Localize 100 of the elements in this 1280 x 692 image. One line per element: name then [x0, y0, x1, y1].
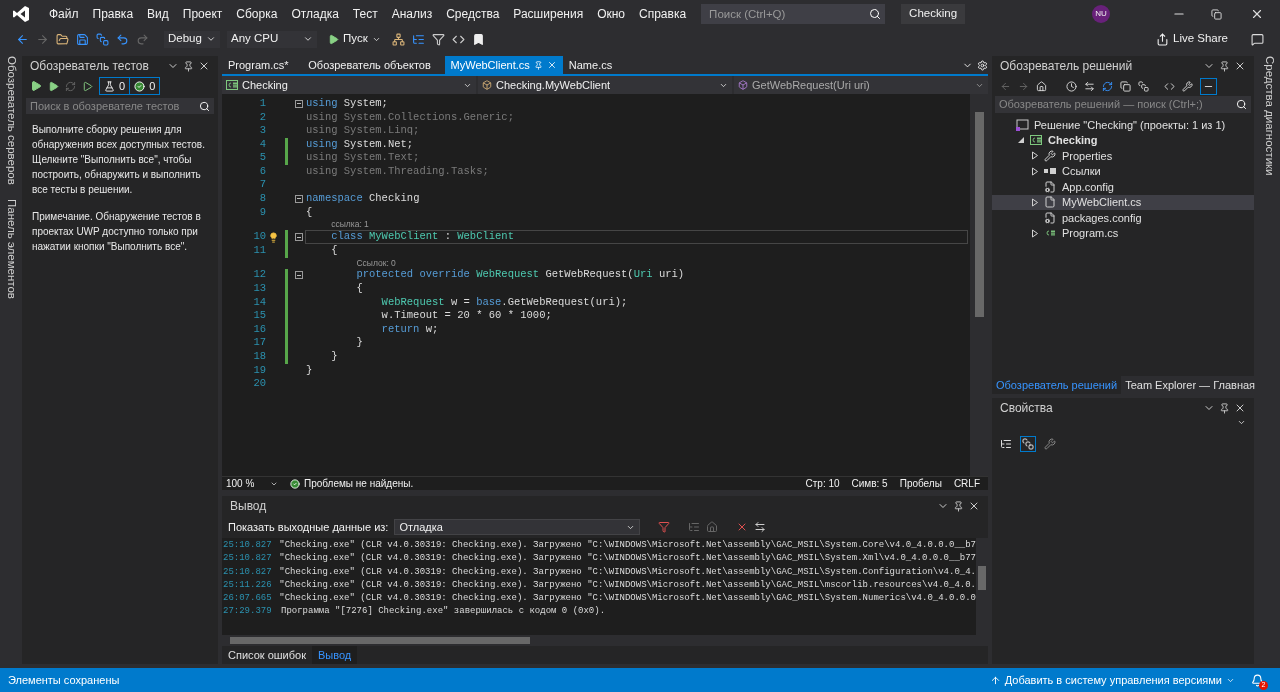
code-icon[interactable]	[1164, 80, 1175, 92]
run-all-icon[interactable]	[30, 80, 42, 92]
tree-item[interactable]: MyWebClient.cs	[992, 194, 1254, 210]
search-icon[interactable]	[199, 100, 210, 112]
output-source-dropdown[interactable]: Отладка	[394, 519, 641, 535]
settings-icon[interactable]	[977, 59, 988, 71]
caret-icon[interactable]	[206, 34, 216, 44]
collapse-icon[interactable]	[295, 194, 303, 203]
menu-item[interactable]: Проект	[175, 5, 230, 23]
side-tab[interactable]: Панель элементов	[2, 198, 20, 299]
tree-item[interactable]: Program.cs	[992, 225, 1254, 241]
user-avatar[interactable]: NU	[1092, 5, 1110, 23]
editor-tab[interactable]: Program.cs*	[222, 56, 295, 74]
filter-icon[interactable]	[658, 521, 671, 533]
search-icon[interactable]	[865, 4, 886, 24]
zoom-dropdown[interactable]: 100 %	[226, 476, 278, 491]
tree-item[interactable]: Checking	[992, 132, 1254, 148]
editor-tab[interactable]: Обозреватель объектов	[294, 56, 445, 74]
history-icon[interactable]	[1066, 80, 1077, 92]
column-indicator[interactable]: Симв: 5	[851, 476, 888, 491]
side-tab[interactable]: Средства диагностики	[1260, 56, 1278, 176]
collapsed-arrow-icon[interactable]	[1031, 151, 1039, 161]
categorized-icon[interactable]	[1000, 438, 1012, 450]
pin-icon[interactable]	[533, 60, 543, 70]
tree-item[interactable]: App.config	[992, 179, 1254, 195]
source-control-button[interactable]: Добавить в систему управления версиями	[989, 671, 1235, 689]
filter-icon[interactable]	[431, 32, 445, 46]
issues-indicator[interactable]: Проблемы не найдены.	[290, 476, 414, 491]
indentation-indicator[interactable]: Пробелы	[899, 476, 942, 491]
test-count[interactable]: 0	[100, 77, 131, 95]
navigation-dropdown[interactable]: GetWebRequest(Uri uri)	[734, 76, 988, 94]
pin-icon[interactable]	[1219, 60, 1230, 72]
reference-count-link[interactable]: Ссылок: 0	[356, 256, 396, 270]
panel-tab[interactable]: Вывод	[312, 646, 358, 664]
menu-item[interactable]: Вид	[140, 5, 176, 23]
back-icon[interactable]	[1000, 80, 1011, 92]
menu-item[interactable]: Сборка	[229, 5, 285, 23]
alphabetical-icon[interactable]	[1020, 436, 1036, 452]
menu-item[interactable]: Средства	[439, 5, 507, 23]
live-share-button[interactable]: Live Share	[1152, 30, 1232, 48]
platform-dropdown[interactable]: Any CPU	[227, 30, 317, 48]
close-icon[interactable]	[968, 500, 980, 512]
scrollbar-thumb[interactable]	[230, 637, 530, 644]
share-icon[interactable]	[1156, 32, 1169, 46]
start-button[interactable]: Пуск	[324, 30, 385, 48]
arrow-up-icon[interactable]	[989, 674, 1001, 686]
show-all-files-icon[interactable]	[1138, 80, 1149, 92]
panel-tab[interactable]: Список ошибок	[222, 646, 312, 664]
tree-item[interactable]: Решение "Checking" (проекты: 1 из 1)	[992, 117, 1254, 133]
forward-icon[interactable]	[1018, 80, 1029, 92]
sync-icon[interactable]	[1084, 80, 1095, 92]
collapsed-arrow-icon[interactable]	[1031, 228, 1039, 238]
preview-icon[interactable]	[1200, 77, 1217, 95]
notifications-icon[interactable]	[1251, 673, 1264, 687]
pin-icon[interactable]	[953, 500, 964, 512]
menu-item[interactable]: Отладка	[284, 5, 346, 23]
collapsed-arrow-icon[interactable]	[1031, 166, 1039, 176]
menu-item[interactable]: Правка	[85, 5, 141, 23]
collapse-icon[interactable]	[295, 233, 303, 242]
passed-count[interactable]: 0	[130, 77, 160, 95]
pin-icon[interactable]	[183, 60, 194, 72]
menu-item[interactable]: Анализ	[384, 5, 440, 23]
menu-item[interactable]: Окно	[590, 5, 633, 23]
save-all-icon[interactable]	[96, 32, 109, 46]
properties-icon[interactable]	[1182, 80, 1193, 92]
refresh-icon[interactable]	[1102, 80, 1113, 92]
word-wrap-icon[interactable]	[754, 521, 767, 533]
collapsed-arrow-icon[interactable]	[1031, 197, 1039, 207]
menu-item[interactable]: Расширения	[506, 5, 591, 23]
side-tab[interactable]: Обозреватель серверов	[2, 56, 20, 185]
tree-item[interactable]: Ссылки	[992, 163, 1254, 179]
tree-item[interactable]: Properties	[992, 148, 1254, 164]
close-icon[interactable]	[1250, 7, 1264, 21]
lightbulb-icon[interactable]	[267, 231, 279, 243]
editor-tab[interactable]: MyWebClient.cs	[444, 56, 563, 74]
tree-item[interactable]: packages.config	[992, 210, 1254, 226]
expanded-arrow-icon[interactable]	[1017, 136, 1025, 145]
debug-icon[interactable]	[82, 80, 93, 92]
scrollbar-thumb[interactable]	[974, 112, 984, 317]
close-icon[interactable]	[1234, 402, 1246, 414]
navigation-dropdown[interactable]: Checking.MyWebClient	[478, 76, 732, 94]
hierarchy-icon[interactable]	[391, 32, 405, 46]
collapse-icon[interactable]	[295, 99, 303, 108]
configuration-dropdown[interactable]: Debug	[164, 30, 220, 48]
search-field[interactable]: Поиск в обозревателе тестов	[26, 98, 214, 114]
menu-item[interactable]: Справка	[632, 5, 694, 23]
line-indicator[interactable]: Стр: 10	[805, 476, 840, 491]
list-icon[interactable]	[411, 32, 425, 46]
line-ending-indicator[interactable]: CRLF	[953, 476, 980, 491]
dropdown-icon[interactable]	[1237, 418, 1246, 427]
bookmark-icon[interactable]	[471, 32, 485, 46]
collapse-all-icon[interactable]	[1120, 80, 1131, 92]
play-icon[interactable]	[328, 33, 339, 45]
search-icon[interactable]	[1236, 99, 1247, 110]
menu-item[interactable]: Тест	[345, 5, 385, 23]
undo-icon[interactable]	[116, 32, 129, 46]
property-pages-icon[interactable]	[1044, 438, 1056, 450]
caret-icon[interactable]	[303, 34, 313, 44]
restore-icon[interactable]	[1211, 8, 1222, 20]
run-icon[interactable]	[48, 80, 59, 92]
